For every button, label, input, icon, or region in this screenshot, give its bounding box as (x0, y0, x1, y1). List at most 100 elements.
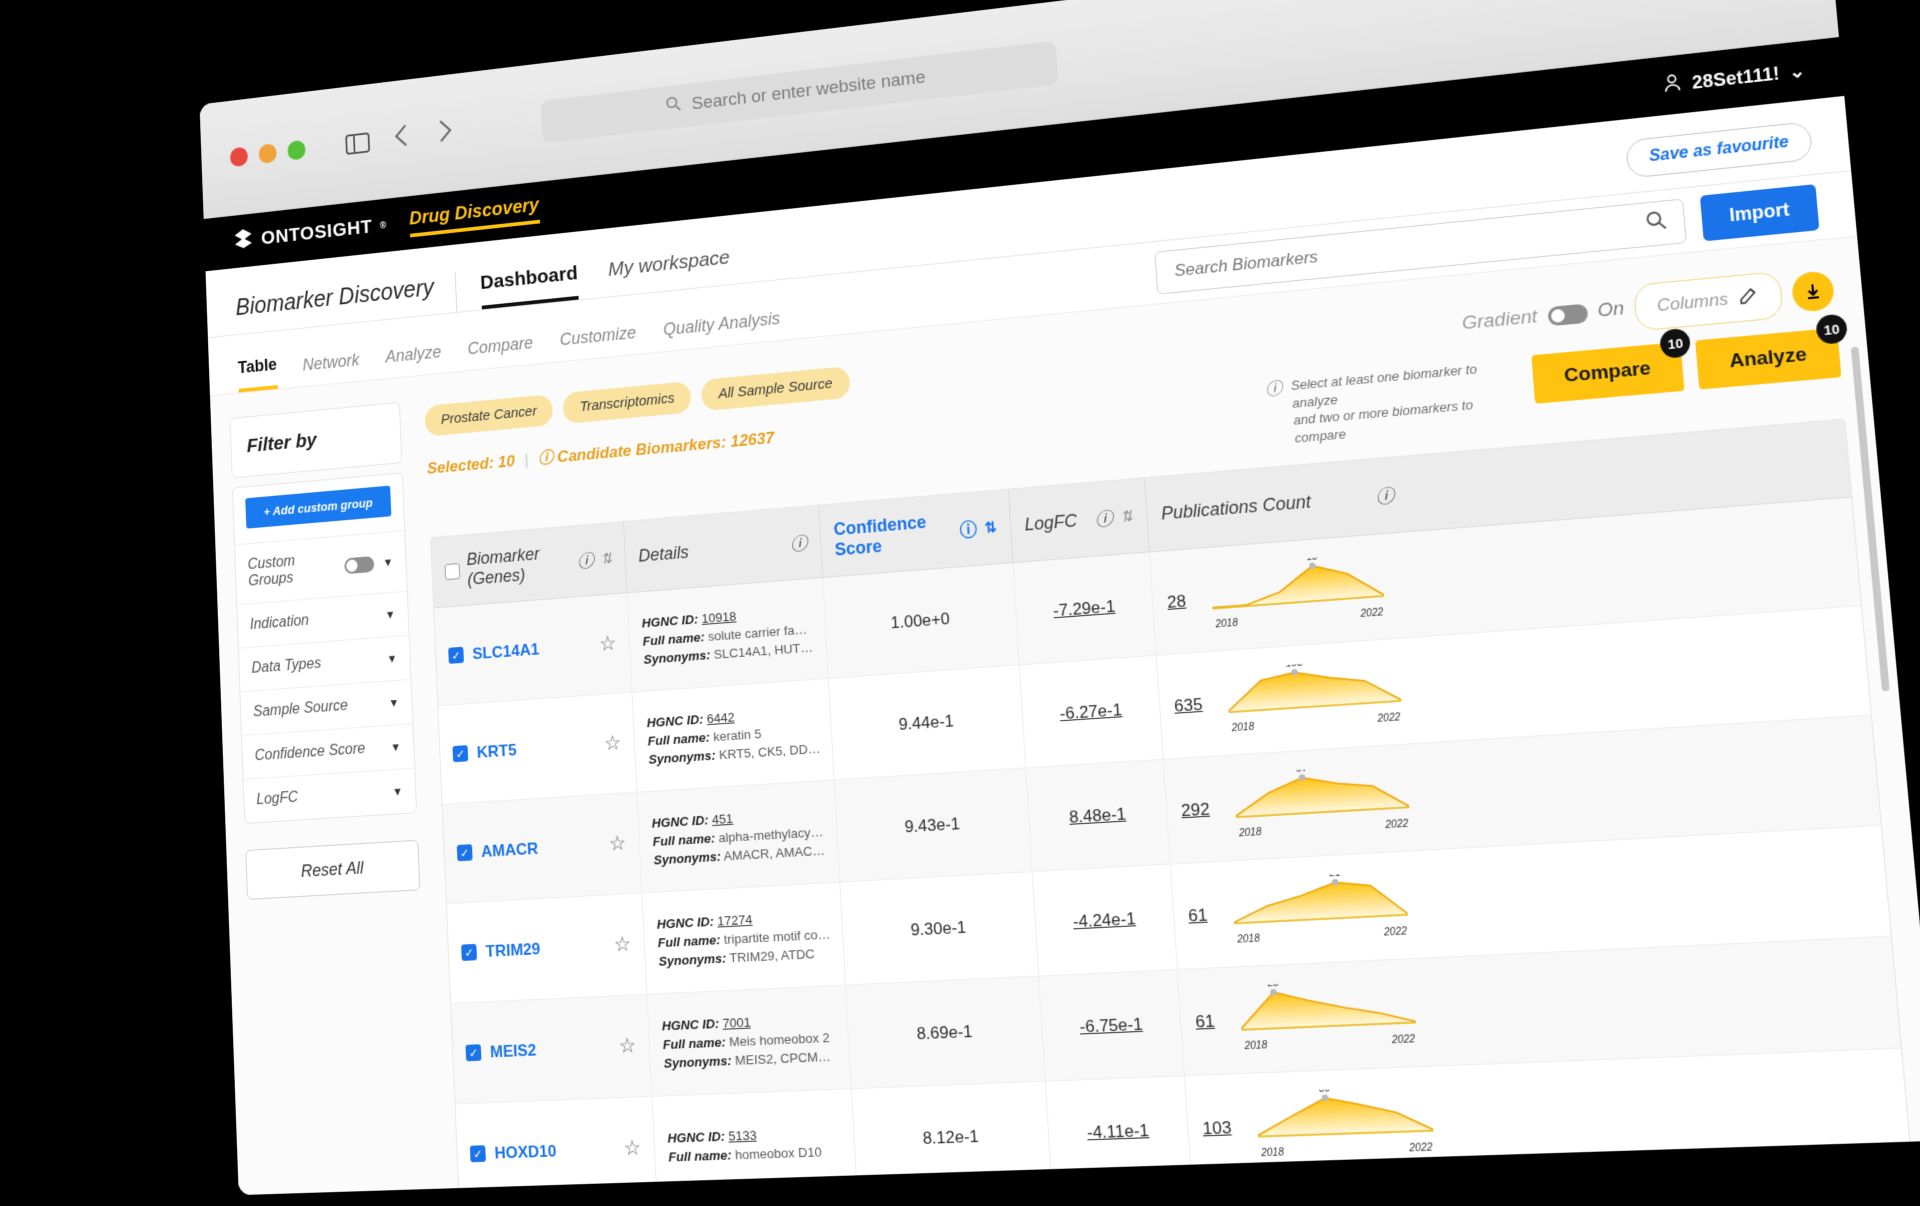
publications-cell: 61 21 2018 2022 (1171, 850, 1443, 969)
logfc-value[interactable]: -6.27e-1 (1059, 700, 1122, 724)
publications-cell: 61 25 2018 2022 (1178, 958, 1452, 1076)
user-name: 28Set111! (1691, 63, 1780, 94)
column-label: Details (638, 534, 784, 566)
logfc-value[interactable]: -4.11e-1 (1086, 1120, 1149, 1143)
window-controls[interactable] (230, 140, 306, 168)
forward-arrow-icon[interactable] (436, 116, 455, 150)
gene-name[interactable]: HOXD10 (494, 1139, 615, 1163)
row-checkbox[interactable]: ✓ (465, 1044, 481, 1061)
user-avatar-icon (1661, 71, 1684, 98)
chevron-down-icon[interactable]: ▼ (383, 555, 394, 569)
gene-name[interactable]: KRT5 (476, 735, 595, 762)
svg-text:2022: 2022 (1408, 1142, 1434, 1155)
column-logfc[interactable]: LogFC ⓘ ⇅ (1009, 478, 1150, 562)
minimize-window-button[interactable] (258, 143, 277, 164)
logfc-cell: -6.27e-1 (1020, 656, 1164, 768)
address-bar[interactable]: Search or enter website name (541, 40, 1059, 143)
gradient-toggle[interactable] (1547, 303, 1588, 326)
import-button[interactable]: Import (1700, 184, 1820, 241)
close-window-button[interactable] (230, 146, 248, 167)
row-checkbox[interactable]: ✓ (461, 944, 477, 961)
info-icon[interactable]: ⓘ (1094, 505, 1113, 532)
favourite-star-icon[interactable]: ☆ (603, 731, 621, 756)
select-all-checkbox[interactable] (445, 563, 461, 580)
publications-count[interactable]: 61 (1188, 905, 1208, 926)
maximize-window-button[interactable] (287, 140, 306, 161)
module-title[interactable]: Drug Discovery (409, 194, 540, 237)
logfc-cell: -4.11e-1 (1046, 1076, 1192, 1186)
chevron-down-icon[interactable]: ▼ (385, 608, 396, 622)
chip-all-sample-source[interactable]: All Sample Source (701, 366, 850, 411)
sort-icon[interactable]: ⇅ (984, 518, 997, 537)
logfc-value[interactable]: -7.29e-1 (1053, 597, 1116, 621)
chrome-right-actions (1680, 0, 1798, 9)
column-label: Biomarker (466, 544, 540, 569)
favourite-star-icon[interactable]: ☆ (613, 932, 631, 957)
tab-table[interactable]: Table (238, 355, 278, 393)
info-icon[interactable]: ⓘ (959, 516, 978, 543)
favourite-star-icon[interactable]: ☆ (608, 831, 626, 856)
tab-network[interactable]: Network (302, 350, 360, 386)
publications-count[interactable]: 103 (1202, 1118, 1232, 1140)
logfc-cell: 8.48e-1 (1026, 760, 1171, 871)
publications-count[interactable]: 635 (1174, 695, 1204, 717)
favourite-star-icon[interactable]: ☆ (618, 1034, 637, 1059)
gene-name[interactable]: TRIM29 (485, 936, 605, 961)
info-icon[interactable]: ⓘ (577, 548, 594, 574)
brand-logo[interactable]: ONTOSIGHT® (233, 212, 388, 256)
info-icon[interactable]: ⓘ (537, 449, 553, 468)
publications-count[interactable]: 292 (1181, 799, 1211, 821)
custom-groups-toggle[interactable] (344, 556, 374, 574)
tab-compare[interactable]: Compare (467, 333, 534, 370)
column-sublabel: (Genes) (467, 565, 526, 588)
column-confidence-score[interactable]: Confidence Score ⓘ ⇅ (819, 490, 1013, 577)
info-icon[interactable]: ⓘ (790, 530, 808, 556)
biomarker-cell: ✓ HOXD10 ☆ (455, 1097, 657, 1195)
gene-name[interactable]: SLC14A1 (472, 636, 591, 664)
gene-name[interactable]: MEIS2 (490, 1037, 610, 1062)
logfc-value[interactable]: -6.75e-1 (1079, 1014, 1143, 1037)
download-icon[interactable] (1791, 270, 1836, 313)
add-custom-group-button[interactable]: + Add custom group (245, 486, 391, 529)
chip-prostate-cancer[interactable]: Prostate Cancer (424, 394, 553, 437)
divider: | (524, 451, 529, 469)
chevron-down-icon[interactable]: ▼ (387, 652, 398, 666)
chevron-down-icon[interactable]: ▼ (392, 785, 403, 799)
reset-all-button[interactable]: Reset All (245, 840, 420, 900)
publications-cell: 103 39 2018 2022 (1185, 1066, 1460, 1182)
favourite-star-icon[interactable]: ☆ (599, 632, 617, 657)
sidebar-toggle-icon[interactable] (344, 130, 371, 157)
favourite-star-icon[interactable]: ☆ (623, 1136, 642, 1161)
back-arrow-icon[interactable] (392, 121, 411, 155)
search-icon[interactable] (1645, 209, 1668, 236)
details-cell: HGNC ID: 6442 Full name: keratin 5 Synon… (632, 679, 834, 792)
nav-arrows[interactable] (392, 116, 454, 155)
row-checkbox[interactable]: ✓ (448, 647, 464, 664)
chevron-down-icon[interactable]: ▼ (390, 740, 401, 754)
svg-text:2018: 2018 (1214, 617, 1239, 630)
logfc-value[interactable]: -4.24e-1 (1072, 909, 1136, 932)
tab-analyze[interactable]: Analyze (385, 342, 442, 378)
sort-icon[interactable]: ⇅ (600, 550, 612, 568)
main-content: Prostate Cancer Transcriptomics All Samp… (414, 237, 1920, 1195)
chip-transcriptomics[interactable]: Transcriptomics (563, 381, 692, 424)
save-as-favourite-button[interactable]: Save as favourite (1625, 121, 1813, 179)
chevron-down-icon[interactable]: ⌄ (1788, 60, 1806, 83)
plus-icon[interactable] (1680, 0, 1719, 9)
confidence-score-cell: 9.44e-1 (829, 666, 1026, 780)
row-checkbox[interactable]: ✓ (452, 745, 468, 762)
row-checkbox[interactable]: ✓ (470, 1145, 486, 1162)
publications-count[interactable]: 61 (1195, 1011, 1215, 1032)
column-label: LogFC (1024, 510, 1088, 536)
action-buttons: 10 Compare 10 Analyze (1531, 328, 1841, 404)
gene-name[interactable]: AMACR (481, 835, 600, 861)
logfc-value[interactable]: 8.48e-1 (1069, 804, 1127, 827)
publications-count[interactable]: 28 (1167, 591, 1187, 612)
chevron-down-icon[interactable]: ▼ (388, 696, 399, 710)
hgnc-id: HGNC ID: 6442 (646, 710, 735, 730)
row-checkbox[interactable]: ✓ (457, 844, 473, 861)
user-menu[interactable]: 28Set111! ⌄ (1661, 58, 1807, 99)
sort-icon[interactable]: ⇅ (1120, 507, 1134, 526)
info-icon[interactable]: ⓘ (1375, 482, 1395, 510)
columns-button[interactable]: Columns (1633, 271, 1784, 332)
